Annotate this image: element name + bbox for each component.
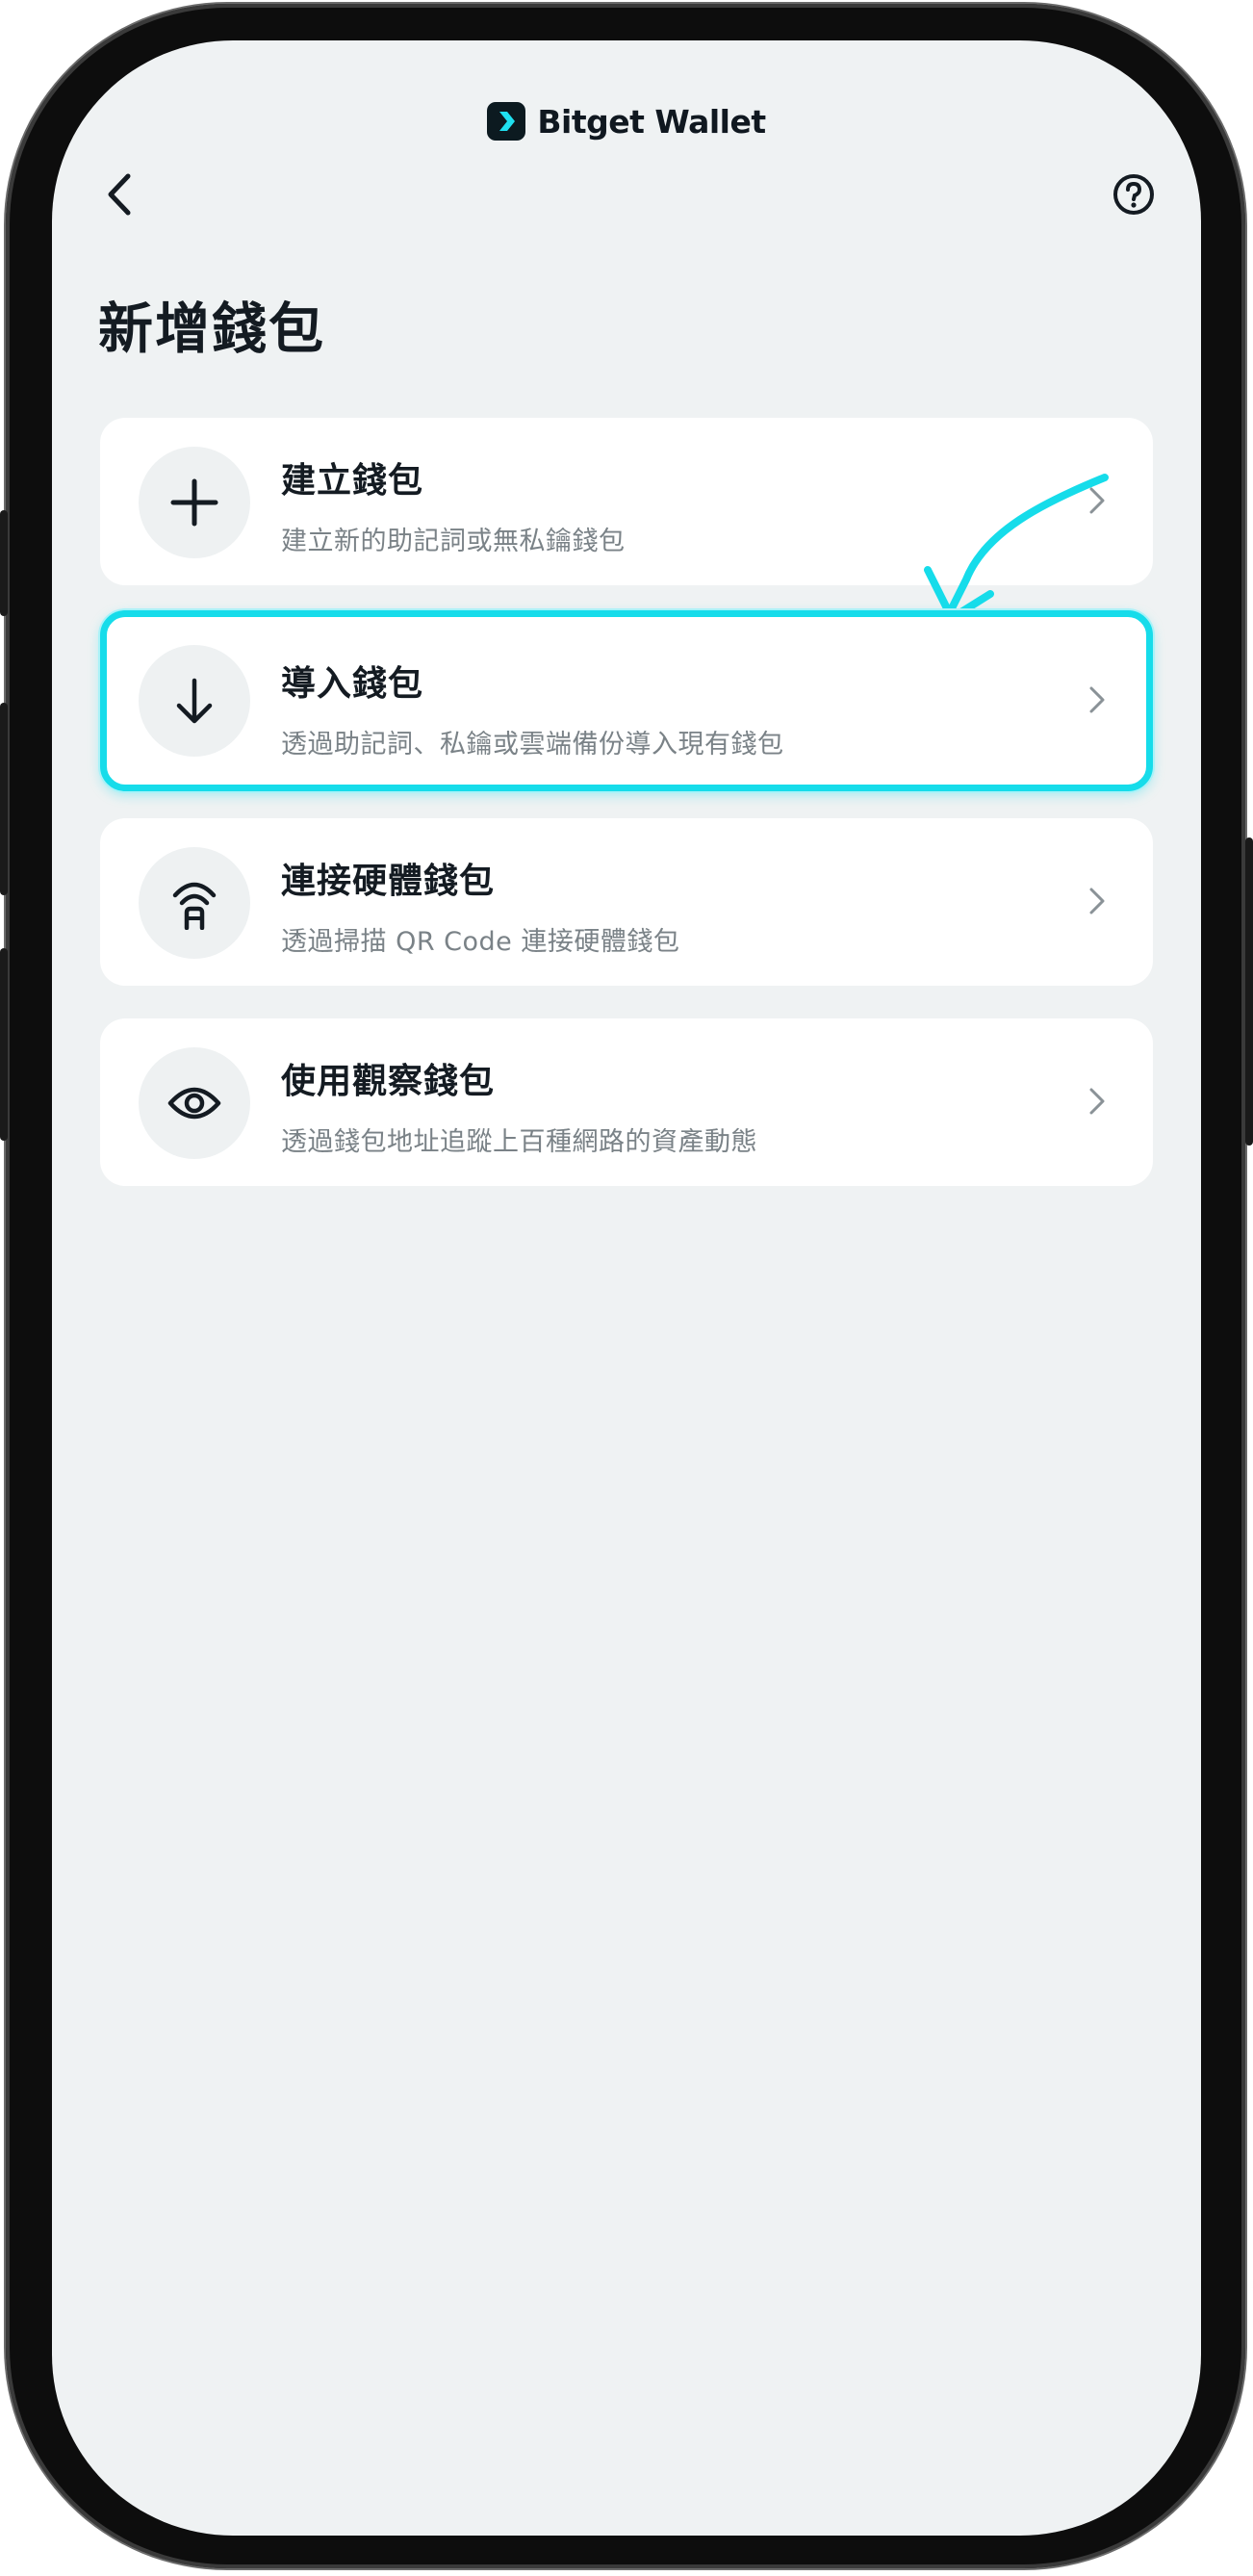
- option-description: 透過助記詞、私鑰或雲端備份導入現有錢包: [281, 730, 784, 760]
- brand-header: Bitget Wallet: [52, 102, 1201, 141]
- silent-switch: [0, 510, 8, 616]
- back-chevron-icon: [108, 173, 131, 216]
- volume-up-button: [0, 703, 8, 895]
- plus-icon: [139, 447, 250, 558]
- volume-down-button: [0, 948, 8, 1141]
- chevron-right-icon: [1078, 882, 1116, 920]
- option-title: 建立錢包: [281, 461, 424, 501]
- option-title: 導入錢包: [281, 664, 424, 704]
- option-description: 建立新的助記詞或無私鑰錢包: [281, 527, 626, 556]
- arrow-down-icon: [139, 645, 250, 757]
- hardware-wallet-icon: [139, 847, 250, 959]
- help-button[interactable]: [1105, 166, 1163, 223]
- eye-icon: [139, 1047, 250, 1159]
- bitget-logo-icon: [487, 102, 526, 141]
- option-description: 透過掃描 QR Code 連接硬體錢包: [281, 927, 680, 957]
- back-button[interactable]: [90, 166, 148, 223]
- page-title: 新增錢包: [98, 297, 325, 361]
- option-title: 使用觀察錢包: [281, 1062, 496, 1101]
- watch-wallet-option[interactable]: 使用觀察錢包 透過錢包地址追蹤上百種網路的資產動態: [100, 1018, 1153, 1186]
- chevron-right-icon: [1078, 1082, 1116, 1121]
- brand-name: Bitget Wallet: [537, 102, 766, 141]
- option-description: 透過錢包地址追蹤上百種網路的資產動態: [281, 1127, 757, 1157]
- power-button: [1245, 837, 1253, 1146]
- hardware-wallet-option[interactable]: 連接硬體錢包 透過掃描 QR Code 連接硬體錢包: [100, 818, 1153, 986]
- option-title: 連接硬體錢包: [281, 862, 496, 901]
- help-circle-icon: [1113, 174, 1154, 215]
- chevron-right-icon: [1078, 681, 1116, 719]
- app-screen: Bitget Wallet 新增錢包 建立錢包 建立新的助記詞或無私鑰錢包 導入…: [52, 40, 1201, 2536]
- import-wallet-option[interactable]: 導入錢包 透過助記詞、私鑰或雲端備份導入現有錢包: [100, 610, 1153, 791]
